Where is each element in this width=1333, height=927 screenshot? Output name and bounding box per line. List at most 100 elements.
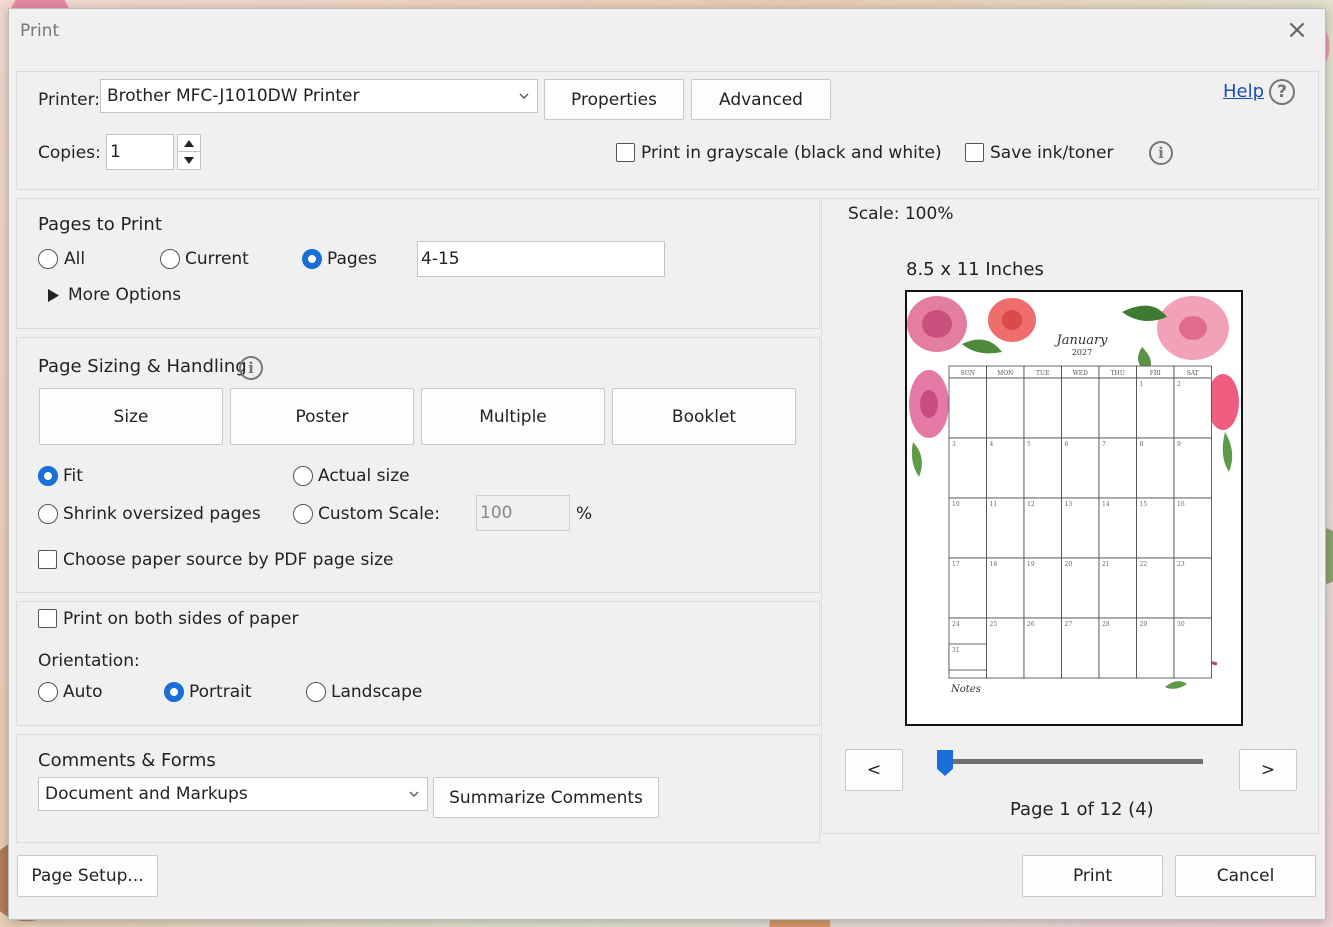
info-icon[interactable]: i [1149, 141, 1173, 165]
calendar-year: 2027 [1072, 348, 1092, 357]
stepper-up-icon[interactable] [178, 135, 200, 152]
comments-select[interactable]: Document and Markups [38, 777, 428, 811]
orientation-auto-radio[interactable] [38, 682, 58, 702]
calendar-date: 25 [990, 621, 998, 628]
help-link[interactable]: Help [1223, 81, 1264, 102]
comments-heading: Comments & Forms [38, 750, 216, 771]
actual-size-radio[interactable] [293, 466, 313, 486]
page-sizing-heading: Page Sizing & Handling [38, 356, 247, 377]
copies-label: Copies: [38, 143, 101, 163]
calendar-day-header: SUN [961, 370, 975, 377]
custom-scale-input[interactable] [476, 495, 570, 531]
pages-current-radio[interactable] [160, 249, 180, 269]
pages-range-radio[interactable] [302, 249, 322, 269]
printer-label: Printer: [38, 90, 100, 110]
tab-poster[interactable]: Poster [230, 388, 414, 445]
calendar-date: 6 [1065, 441, 1069, 448]
chevron-down-icon [409, 791, 419, 797]
paper-source-label: Choose paper source by PDF page size [63, 550, 394, 570]
tab-multiple[interactable]: Multiple [421, 388, 605, 445]
summarize-comments-button[interactable]: Summarize Comments [433, 777, 659, 818]
pages-current-label: Current [185, 249, 249, 269]
calendar-grid: SUN MON TUE WED THU FRI SAT1 23 4 5 6 7 8 910 11 12 13 14… [948, 365, 1212, 679]
calendar-cell [948, 377, 987, 439]
orientation-label: Orientation: [38, 651, 140, 671]
paper-source-checkbox[interactable] [38, 550, 57, 569]
calendar-date: 5 [1027, 441, 1031, 448]
calendar-cell [986, 377, 1025, 439]
both-sides-checkbox[interactable] [38, 609, 57, 628]
close-icon[interactable]: × [1283, 17, 1311, 45]
calendar-date: 10 [952, 501, 960, 508]
pages-all-radio[interactable] [38, 249, 58, 269]
calendar-date: 23 [1177, 561, 1185, 568]
tab-size[interactable]: Size [39, 388, 223, 445]
calendar-date: 24 [952, 621, 960, 628]
page-range-input[interactable] [417, 241, 665, 277]
orientation-portrait-radio[interactable] [164, 682, 184, 702]
calendar-date: 15 [1140, 501, 1148, 508]
pages-to-print-heading: Pages to Print [38, 214, 162, 235]
calendar-date: 14 [1102, 501, 1110, 508]
printer-select[interactable]: Brother MFC-J1010DW Printer [100, 79, 538, 113]
shrink-radio[interactable] [38, 504, 58, 524]
calendar-date: 2 [1177, 381, 1181, 388]
advanced-button[interactable]: Advanced [691, 79, 831, 120]
cancel-button[interactable]: Cancel [1175, 855, 1316, 897]
help-icon[interactable]: ? [1269, 79, 1295, 105]
page-preview: January 2027 SUN MON TUE WED THU FRI SAT 1 2 3 4 5 6… [905, 290, 1243, 726]
calendar-cell [1023, 377, 1062, 439]
calendar-day-header: FRI [1150, 370, 1162, 377]
more-options-toggle[interactable]: More Options [68, 285, 181, 305]
calendar-date: 18 [990, 561, 998, 568]
paper-size-text: 8.5 x 11 Inches [906, 259, 1044, 280]
grayscale-checkbox[interactable] [616, 143, 635, 162]
save-ink-checkbox[interactable] [965, 143, 984, 162]
calendar-date: 29 [1140, 621, 1148, 628]
copies-input[interactable] [106, 134, 174, 170]
orientation-landscape-radio[interactable] [306, 682, 326, 702]
custom-scale-radio[interactable] [293, 504, 313, 524]
grayscale-label: Print in grayscale (black and white) [641, 143, 942, 163]
orientation-landscape-label: Landscape [331, 682, 423, 702]
expand-triangle-icon[interactable] [48, 289, 59, 302]
info-icon[interactable]: i [239, 356, 263, 380]
tab-booklet[interactable]: Booklet [612, 388, 796, 445]
preview-canvas: January 2027 SUN MON TUE WED THU FRI SAT1 23 4 5 6… [907, 296, 1239, 695]
print-button[interactable]: Print [1022, 855, 1163, 897]
calendar-date: 11 [990, 501, 998, 508]
calendar-day-header: WED [1073, 370, 1089, 377]
calendar-date: 27 [1065, 621, 1073, 628]
calendar-day-header: MON [997, 370, 1013, 377]
calendar-cell [1098, 377, 1137, 439]
calendar-date: 8 [1140, 441, 1144, 448]
next-page-button[interactable]: > [1239, 749, 1297, 791]
calendar-date: 22 [1140, 561, 1148, 568]
printer-select-value: Brother MFC-J1010DW Printer [107, 86, 360, 106]
calendar-date: 20 [1065, 561, 1073, 568]
page-setup-button[interactable]: Page Setup... [17, 855, 158, 897]
calendar-date: 9 [1177, 441, 1181, 448]
page-slider-track[interactable] [945, 759, 1203, 764]
fit-radio[interactable] [38, 466, 58, 486]
save-ink-label: Save ink/toner [990, 143, 1114, 163]
calendar-day-header: THU [1111, 370, 1125, 377]
calendar-date: 21 [1102, 561, 1110, 568]
calendar-month: January [1053, 333, 1108, 348]
calendar-date: 1 [1140, 381, 1144, 388]
prev-page-button[interactable]: < [845, 749, 903, 791]
calendar-date: 13 [1065, 501, 1073, 508]
calendar-date: 30 [1177, 621, 1185, 628]
properties-button[interactable]: Properties [544, 79, 684, 120]
copies-stepper[interactable] [177, 134, 201, 170]
stepper-down-icon[interactable] [178, 152, 200, 169]
calendar-day-header: SAT [1187, 370, 1199, 377]
window-title: Print [20, 21, 60, 41]
calendar-date: 7 [1102, 441, 1106, 448]
notes-label: Notes [950, 684, 981, 695]
comments-select-value: Document and Markups [45, 784, 248, 804]
calendar-date: 16 [1177, 501, 1185, 508]
orientation-auto-label: Auto [63, 682, 103, 702]
pages-range-label: Pages [327, 249, 378, 269]
calendar-date: 26 [1027, 621, 1035, 628]
